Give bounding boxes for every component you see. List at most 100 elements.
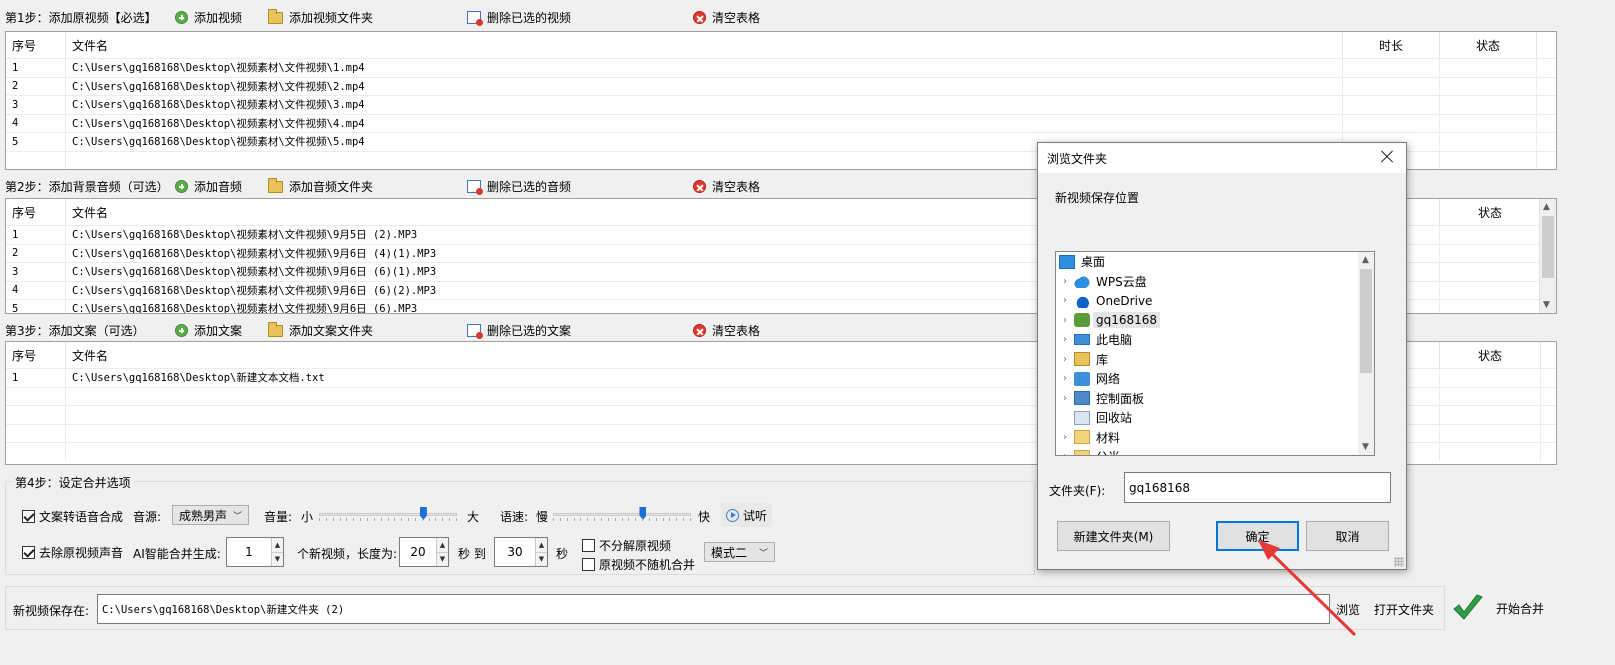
scroll-up-icon[interactable]: ▲ <box>1543 202 1550 212</box>
clear-audio-label: 清空表格 <box>712 180 761 194</box>
folder-icon <box>268 8 283 24</box>
folder-tree[interactable]: 桌面 › WPS云盘 › OneDrive › gq168168 › 此电脑 ›… <box>1055 251 1375 456</box>
tree-node-library[interactable]: › 库 <box>1058 350 1108 370</box>
annotation-arrow <box>1258 540 1357 637</box>
listen-button[interactable]: 试听 <box>721 503 773 527</box>
chevron-right-icon[interactable]: › <box>1058 393 1072 404</box>
voice-select[interactable]: 成熟男声 ﹀ <box>172 505 249 525</box>
add-video-button[interactable]: 添加视频 <box>175 9 242 26</box>
stepper-down-icon[interactable]: ▼ <box>536 551 547 566</box>
audio-table-scrollbar[interactable]: ▲ ▼ <box>1539 199 1556 313</box>
stepper-up-icon[interactable]: ▲ <box>536 538 547 552</box>
remove-audio-label: 去除原视频声音 <box>39 546 124 560</box>
min-length-stepper[interactable]: 20 ▲ ▼ <box>399 537 449 567</box>
clear-video-table-button[interactable]: 清空表格 <box>693 9 760 26</box>
scroll-down-icon[interactable]: ▼ <box>1543 300 1550 310</box>
chevron-right-icon[interactable]: › <box>1058 334 1072 345</box>
row-no: 4 <box>6 281 66 299</box>
add-audio-button[interactable]: 添加音频 <box>175 178 242 195</box>
delete-selected-text-button[interactable]: 删除已选的文案 <box>467 322 571 339</box>
checkbox-checked-icon <box>22 510 35 523</box>
delete-selected-video-button[interactable]: 删除已选的视频 <box>467 9 571 26</box>
stepper-down-icon[interactable]: ▼ <box>437 551 448 566</box>
chevron-right-icon[interactable]: › <box>1058 276 1072 287</box>
mode-select[interactable]: 模式二 ﹀ <box>704 542 775 562</box>
clear-audio-table-button[interactable]: 清空表格 <box>693 178 760 195</box>
add-video-folder-label: 添加视频文件夹 <box>289 11 374 25</box>
stepper-up-icon[interactable]: ▲ <box>272 538 283 552</box>
scroll-down-icon[interactable]: ▼ <box>1362 442 1369 452</box>
tree-node-onedrive[interactable]: › OneDrive <box>1058 291 1152 311</box>
column-header-status[interactable]: 状态 <box>1440 32 1537 58</box>
chevron-right-icon[interactable]: › <box>1058 315 1072 326</box>
scrollbar-thumb[interactable] <box>1542 216 1554 278</box>
folder-icon <box>268 321 283 337</box>
tree-node-wps-cloud[interactable]: › WPS云盘 <box>1058 272 1147 292</box>
column-header-no[interactable]: 序号 <box>6 199 66 225</box>
stepper-up-icon[interactable]: ▲ <box>437 538 448 552</box>
table-row[interactable]: 3 C:\Users\gq168168\Desktop\视频素材\文件视频\3.m… <box>6 95 1556 114</box>
tree-node-control-panel[interactable]: › 控制面板 <box>1058 389 1144 409</box>
row-duration <box>1343 96 1440 114</box>
no-random-checkbox[interactable]: 原视频不随机合并 <box>582 556 695 573</box>
tree-node-this-pc[interactable]: › 此电脑 <box>1058 330 1132 350</box>
delete-selected-audio-button[interactable]: 删除已选的音频 <box>467 178 571 195</box>
delete-video-label: 删除已选的视频 <box>487 11 572 25</box>
column-header-duration[interactable]: 时长 <box>1343 32 1440 58</box>
add-text-button[interactable]: 添加文案 <box>175 322 242 339</box>
start-merge-button[interactable]: 开始合并 <box>1448 586 1558 630</box>
scrollbar-thumb[interactable] <box>1360 269 1372 373</box>
tts-checkbox[interactable]: 文案转语音合成 <box>22 508 123 525</box>
tree-scrollbar[interactable]: ▲ ▼ <box>1358 252 1374 455</box>
speed-slider[interactable] <box>553 506 691 522</box>
chevron-right-icon[interactable]: › <box>1058 432 1072 443</box>
row-file: C:\Users\gq168168\Desktop\视频素材\文件视频\1.mp… <box>66 59 1343 77</box>
column-header-filename[interactable]: 文件名 <box>66 32 1343 58</box>
max-length-value[interactable]: 30 <box>495 538 535 566</box>
new-folder-button[interactable]: 新建文件夹(M) <box>1057 521 1170 551</box>
tree-node-user[interactable]: › gq168168 <box>1058 311 1161 331</box>
no-split-checkbox[interactable]: 不分解原视频 <box>582 537 671 554</box>
remove-audio-checkbox[interactable]: 去除原视频声音 <box>22 544 123 561</box>
add-audio-folder-button[interactable]: 添加音频文件夹 <box>268 177 373 195</box>
tree-node-label: 控制面板 <box>1096 391 1145 406</box>
scroll-up-icon[interactable]: ▲ <box>1362 255 1369 265</box>
tree-node-label: 材料 <box>1096 430 1121 445</box>
tree-node-desktop[interactable]: 桌面 <box>1056 252 1105 272</box>
stepper-down-icon[interactable]: ▼ <box>272 551 283 566</box>
save-path-field[interactable]: C:\Users\gq168168\Desktop\新建文件夹 (2) <box>97 594 1330 624</box>
column-header-status[interactable]: 状态 <box>1440 199 1541 225</box>
tree-node-materials[interactable]: › 材料 <box>1058 428 1120 448</box>
video-count-stepper[interactable]: 1 ▲ ▼ <box>226 537 284 567</box>
close-icon[interactable] <box>1378 148 1396 166</box>
table-row[interactable]: 1 C:\Users\gq168168\Desktop\视频素材\文件视频\1.m… <box>6 58 1556 77</box>
chevron-right-icon[interactable]: › <box>1058 373 1072 384</box>
column-header-status[interactable]: 状态 <box>1440 342 1541 368</box>
user-icon <box>1074 313 1090 328</box>
tree-node-label: WPS云盘 <box>1096 274 1147 289</box>
column-header-no[interactable]: 序号 <box>6 342 66 368</box>
tree-node-network[interactable]: › 网络 <box>1058 369 1120 389</box>
table-row[interactable]: 4 C:\Users\gq168168\Desktop\视频素材\文件视频\4.m… <box>6 113 1556 132</box>
tree-node-recycle-bin[interactable]: 回收站 <box>1058 408 1132 428</box>
chevron-right-icon[interactable]: › <box>1058 295 1072 306</box>
clear-text-table-button[interactable]: 清空表格 <box>693 322 760 339</box>
volume-slider[interactable] <box>319 506 457 522</box>
tree-node-partial[interactable]: › 公当 <box>1058 447 1120 455</box>
column-header-no[interactable]: 序号 <box>6 32 66 58</box>
add-icon <box>175 180 188 193</box>
min-length-value[interactable]: 20 <box>400 538 436 566</box>
video-count-value[interactable]: 1 <box>227 538 271 566</box>
onedrive-icon <box>1074 293 1090 308</box>
add-video-folder-button[interactable]: 添加视频文件夹 <box>268 8 374 26</box>
delete-icon <box>467 180 483 195</box>
delete-audio-label: 删除已选的音频 <box>487 180 572 194</box>
folder-name-field[interactable]: gq168168 <box>1124 472 1391 503</box>
chevron-right-icon[interactable]: › <box>1058 451 1072 455</box>
max-length-stepper[interactable]: 30 ▲ ▼ <box>494 537 548 567</box>
chevron-right-icon[interactable]: › <box>1058 354 1072 365</box>
voice-value: 成熟男声 <box>179 508 228 523</box>
add-text-folder-button[interactable]: 添加文案文件夹 <box>268 321 373 339</box>
chevron-down-icon: ﹀ <box>758 548 768 559</box>
table-row[interactable]: 2 C:\Users\gq168168\Desktop\视频素材\文件视频\2.m… <box>6 76 1556 95</box>
